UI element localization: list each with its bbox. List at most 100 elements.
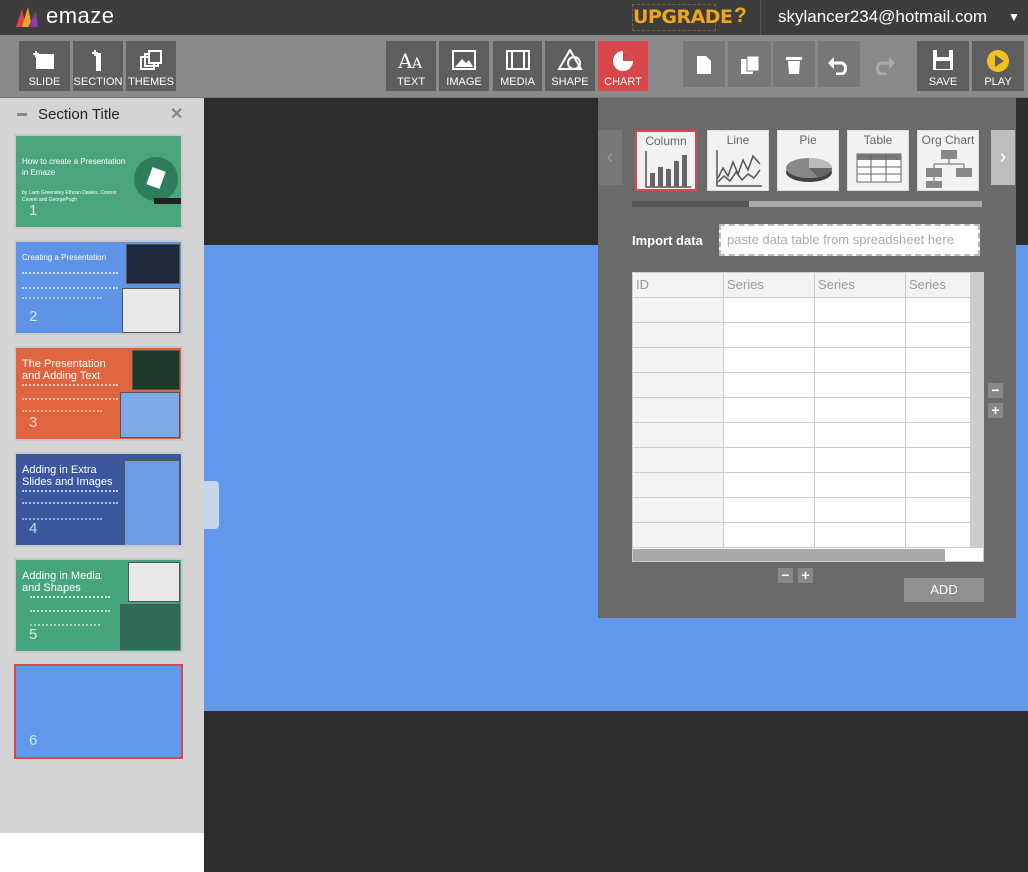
sidebar-toggle-handle[interactable]	[204, 481, 219, 529]
chart-type-column[interactable]: Column	[635, 130, 697, 191]
grid-id-cell[interactable]	[633, 373, 724, 398]
slide-5-text	[30, 596, 110, 598]
slide-3-text	[22, 410, 102, 412]
grid-horizontal-scrollbar[interactable]	[633, 549, 945, 561]
section-title[interactable]: Section Title	[38, 106, 120, 123]
undo-button[interactable]	[818, 41, 860, 87]
grid-id-cell[interactable]	[633, 523, 724, 548]
grid-cell[interactable]	[815, 523, 906, 548]
grid-id-cell[interactable]	[633, 298, 724, 323]
chart-types-next-icon[interactable]: ›	[991, 130, 1015, 185]
grid-header-series[interactable]: Series	[906, 273, 971, 298]
text-label: TEXT	[396, 76, 426, 88]
save-button[interactable]: SAVE	[917, 41, 969, 91]
slide-thumb-6[interactable]: 6	[14, 664, 183, 759]
grid-cell[interactable]	[815, 473, 906, 498]
grid-cell[interactable]	[724, 323, 815, 348]
themes-button[interactable]: THEMES	[126, 41, 176, 91]
add-slide-icon	[32, 51, 54, 69]
grid-cell[interactable]	[906, 398, 971, 423]
grid-cell[interactable]	[906, 373, 971, 398]
grid-cell[interactable]	[815, 348, 906, 373]
grid-cell[interactable]	[815, 398, 906, 423]
add-row-button[interactable]: +	[798, 568, 813, 583]
slide-thumb-3[interactable]: The Presentation and Adding Text 3	[14, 346, 183, 441]
user-menu-arrow-icon[interactable]: ▼	[1008, 10, 1020, 24]
add-column-button[interactable]: +	[988, 403, 1003, 418]
grid-cell[interactable]	[906, 423, 971, 448]
grid-cell[interactable]	[906, 298, 971, 323]
text-icon: AA	[397, 49, 423, 71]
grid-cell[interactable]	[906, 348, 971, 373]
grid-header-series[interactable]: Series	[724, 273, 815, 298]
grid-cell[interactable]	[724, 498, 815, 523]
grid-cell[interactable]	[906, 473, 971, 498]
grid-id-cell[interactable]	[633, 423, 724, 448]
grid-cell[interactable]	[815, 423, 906, 448]
duplicate-button[interactable]	[728, 41, 771, 87]
play-button[interactable]: PLAY	[972, 41, 1024, 91]
grid-id-cell[interactable]	[633, 448, 724, 473]
slide-thumb-2[interactable]: Creating a Presentation 2	[14, 240, 183, 335]
grid-id-cell[interactable]	[633, 323, 724, 348]
grid-id-cell[interactable]	[633, 473, 724, 498]
grid-cell[interactable]	[724, 448, 815, 473]
grid-cell[interactable]	[815, 373, 906, 398]
grid-cell[interactable]	[724, 423, 815, 448]
grid-header-id[interactable]: ID	[633, 273, 724, 298]
insert-shape-button[interactable]: SHAPE	[545, 41, 595, 91]
shape-icon	[557, 49, 583, 70]
remove-row-button[interactable]: −	[778, 568, 793, 583]
grid-cell[interactable]	[815, 298, 906, 323]
grid-cell[interactable]	[724, 523, 815, 548]
remove-column-button[interactable]: −	[988, 383, 1003, 398]
grid-cell[interactable]	[724, 298, 815, 323]
import-data-input[interactable]: paste data table from spreadsheet here	[719, 224, 980, 256]
close-section-icon[interactable]: ✕	[170, 104, 183, 124]
grid-cell[interactable]	[815, 323, 906, 348]
chart-type-line[interactable]: Line	[707, 130, 769, 191]
grid-cell[interactable]	[815, 498, 906, 523]
upgrade-button[interactable]: UPGRADE	[632, 4, 733, 31]
grid-cell[interactable]	[906, 448, 971, 473]
chart-type-pie[interactable]: Pie	[777, 130, 839, 191]
grid-id-cell[interactable]	[633, 398, 724, 423]
grid-cell[interactable]	[724, 373, 815, 398]
chart-type-table[interactable]: Table	[847, 130, 909, 191]
slide-thumb-4[interactable]: Adding in Extra Slides and Images 4	[14, 452, 183, 547]
user-email[interactable]: skylancer234@hotmail.com	[778, 7, 987, 27]
insert-text-button[interactable]: AA TEXT	[386, 41, 436, 91]
help-button[interactable]: ?	[734, 4, 747, 28]
grid-cell[interactable]	[906, 498, 971, 523]
chart-types-prev-icon[interactable]: ‹	[598, 130, 622, 185]
grid-header-series[interactable]: Series	[815, 273, 906, 298]
themes-icon	[140, 50, 162, 70]
insert-media-button[interactable]: MEDIA	[493, 41, 542, 91]
grid-cell[interactable]	[724, 398, 815, 423]
chart-types-scrollbar[interactable]	[632, 201, 982, 207]
grid-id-cell[interactable]	[633, 348, 724, 373]
scrollbar-thumb[interactable]	[632, 201, 749, 207]
insert-image-button[interactable]: IMAGE	[439, 41, 489, 91]
slide-thumb-5[interactable]: Adding in Media and Shapes 5	[14, 558, 183, 653]
grid-cell[interactable]	[815, 448, 906, 473]
grid-cell[interactable]	[906, 523, 971, 548]
add-slide-button[interactable]: SLIDE	[19, 41, 70, 91]
add-chart-button[interactable]: ADD	[904, 578, 984, 602]
grid-id-cell[interactable]	[633, 498, 724, 523]
slide-thumb-1[interactable]: How to create a Presentation in Emaze by…	[14, 134, 183, 229]
chart-type-org-chart[interactable]: Org Chart	[917, 130, 979, 191]
line-chart-icon	[716, 150, 762, 187]
redo-button[interactable]	[862, 41, 905, 87]
emaze-logo[interactable]: emaze	[12, 3, 115, 29]
grid-cell[interactable]	[724, 348, 815, 373]
grid-cell[interactable]	[906, 323, 971, 348]
add-section-button[interactable]: SECTION	[73, 41, 123, 91]
collapse-section-icon[interactable]	[17, 113, 27, 116]
grid-vertical-scrollbar[interactable]	[971, 273, 983, 548]
insert-chart-button[interactable]: CHART	[598, 41, 648, 91]
delete-button[interactable]	[773, 41, 815, 87]
save-icon	[933, 50, 953, 70]
new-page-button[interactable]	[683, 41, 725, 87]
grid-cell[interactable]	[724, 473, 815, 498]
